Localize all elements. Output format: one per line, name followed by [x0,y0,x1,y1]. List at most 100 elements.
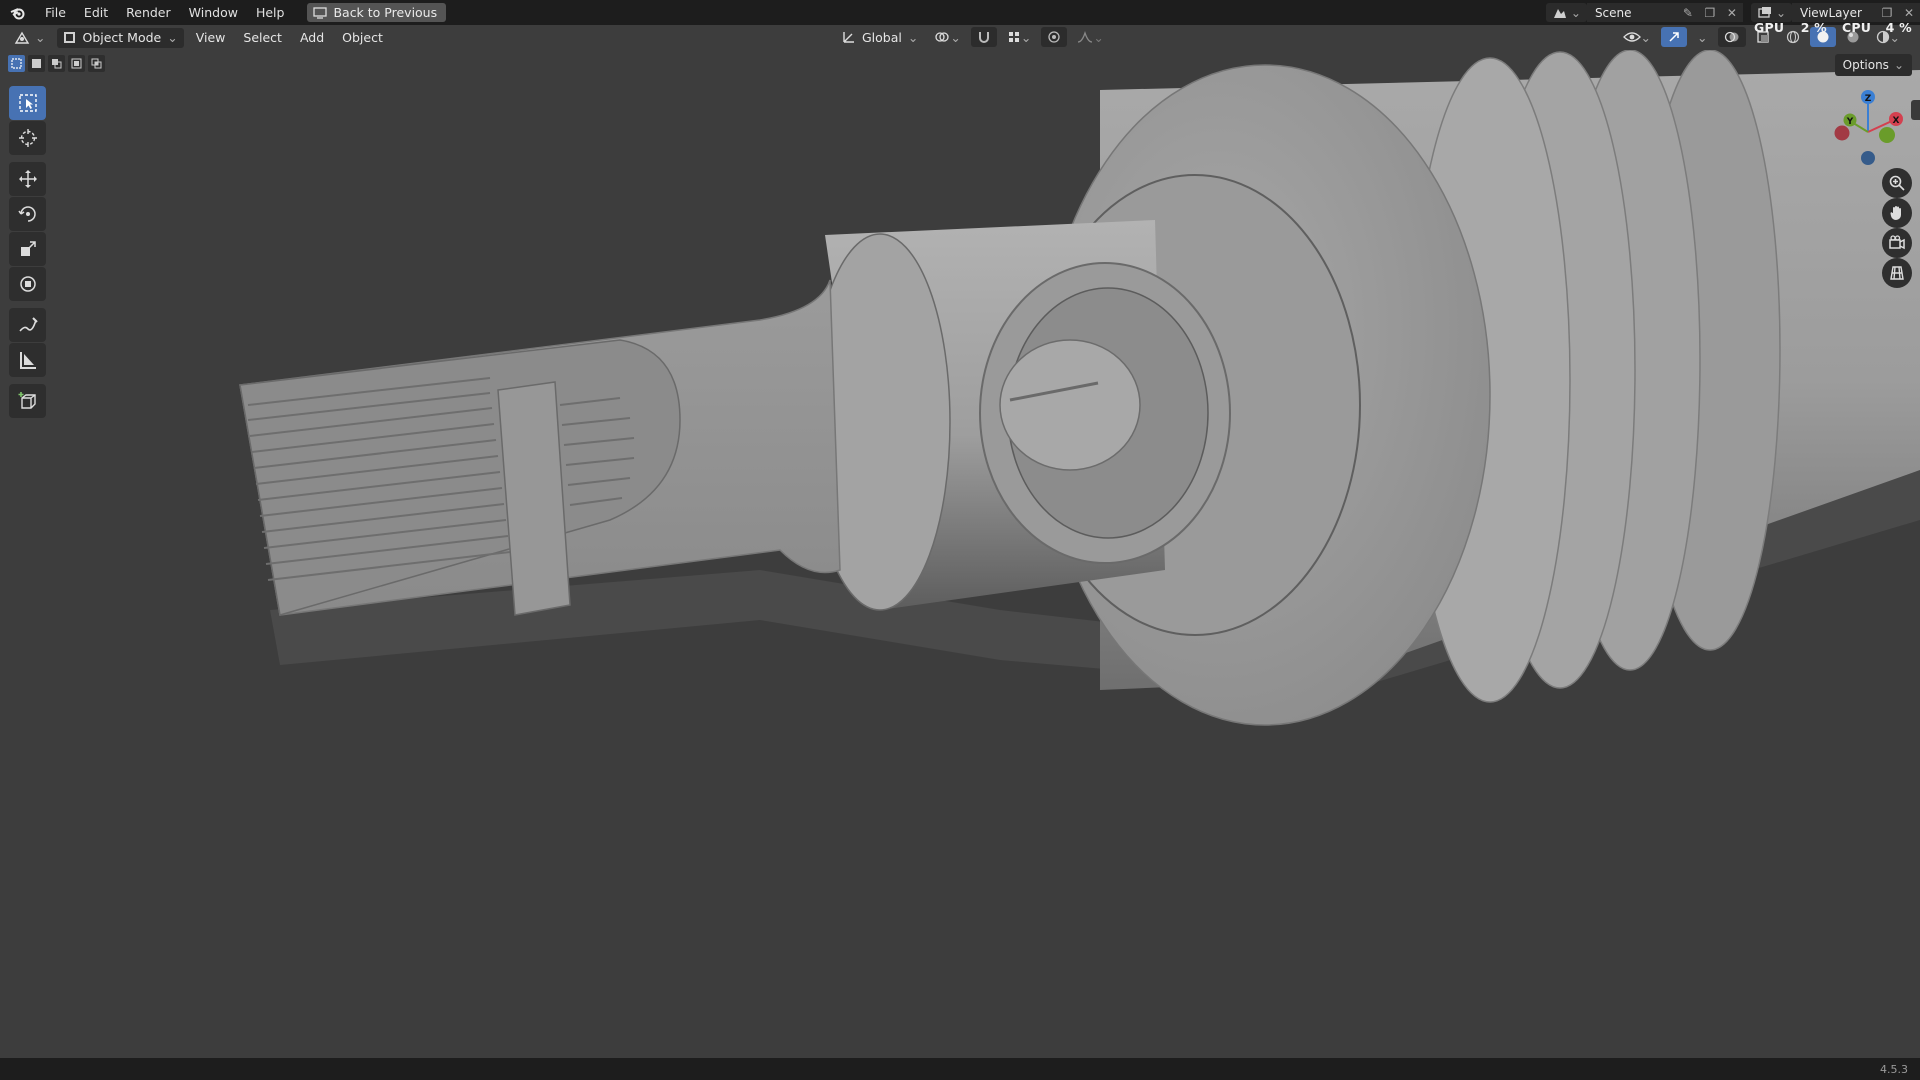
mode-selector[interactable]: Object Mode ⌄ [57,27,184,48]
header-menu-select[interactable]: Select [237,28,288,48]
delete-scene-icon[interactable]: ✕ [1720,3,1743,22]
axis-neg-x-handle[interactable] [1834,125,1850,141]
proportional-icon [1048,31,1060,43]
magnet-icon [978,32,989,43]
menu-help[interactable]: Help [247,0,294,25]
pin-icon[interactable]: ✎ [1676,3,1699,22]
chevron-down-icon: ⌄ [35,30,46,45]
select-new-button[interactable] [8,55,25,72]
axis-x-label: X [1893,116,1900,126]
gizmo-options-button[interactable]: ⌄ [1691,27,1713,47]
grid-icon [1890,266,1904,280]
ruler-icon [19,352,36,369]
transform-controls: Global ⌄ ⌄ ⌄ ⌄ [836,27,1110,47]
menu-file[interactable]: File [36,0,75,25]
back-to-previous-button[interactable]: Back to Previous [307,3,447,22]
orientation-icon [843,32,854,43]
menu-render[interactable]: Render [117,0,180,25]
chevron-down-icon: ⌄ [167,30,178,45]
scene-name-field[interactable]: Scene [1586,3,1677,22]
header-menu-object[interactable]: Object [336,28,389,48]
gizmo-icon [1669,32,1679,42]
header-menu-add[interactable]: Add [294,28,330,48]
tool-cursor[interactable] [9,121,46,155]
selection-mode-group [8,55,105,72]
cpu-readout: CPU 4 % [1842,20,1912,35]
hand-icon [1890,206,1901,221]
select-extend-button[interactable] [28,55,45,72]
pivot-icon [935,32,950,42]
snap-target-button[interactable]: ⌄ [1001,27,1037,47]
gpu-label: GPU [1754,20,1785,35]
camera-view-button[interactable] [1882,228,1912,258]
select-new-icon [11,58,22,69]
orientation-selector[interactable]: Global ⌄ [836,27,924,47]
perspective-toggle-button[interactable] [1882,258,1912,288]
select-box-icon [18,94,37,112]
axis-neg-y-handle[interactable] [1879,127,1895,143]
new-scene-icon[interactable]: ❐ [1698,3,1721,22]
eye-icon [1622,32,1641,42]
falloff-icon [1078,30,1093,43]
options-dropdown[interactable]: Options ⌄ [1834,54,1912,76]
snap-grid-icon [1008,32,1019,42]
header-menu-view[interactable]: View [190,28,232,48]
cpu-value: 4 % [1885,20,1912,35]
gpu-readout: GPU 2 % [1754,20,1827,35]
gizmo-toggle[interactable] [1661,27,1688,47]
cpu-label: CPU [1842,20,1872,35]
tool-annotate[interactable] [9,308,46,342]
cursor-icon [18,129,37,147]
select-invert-icon [71,58,82,69]
gpu-value: 2 % [1800,20,1827,35]
axis-y-label: Y [1846,117,1854,127]
visibility-button[interactable]: ⌄ [1617,27,1657,47]
tool-scale[interactable] [9,232,46,266]
3d-view-icon [14,31,30,44]
tool-transform[interactable] [9,267,46,301]
overlays-toggle[interactable] [1717,27,1746,47]
back-to-previous-label: Back to Previous [333,5,438,20]
tool-add-cube[interactable] [9,384,46,418]
scene-browse-button[interactable]: ⌄ [1545,3,1587,22]
object-mode-icon [64,32,76,43]
tool-measure[interactable] [9,343,46,377]
zoom-icon [1889,175,1905,191]
select-intersect-button[interactable] [88,55,105,72]
chevron-down-icon: ⌄ [950,29,961,45]
zoom-button[interactable] [1882,168,1912,198]
pivot-point-button[interactable]: ⌄ [928,27,966,47]
editor-type-button[interactable]: ⌄ [8,28,51,48]
brush-nozzle [239,279,841,616]
falloff-button[interactable]: ⌄ [1071,27,1109,47]
orientation-label: Global [862,29,902,45]
move-icon [18,170,37,188]
status-bar: 4.5.3 [0,1058,1920,1080]
pan-button[interactable] [1882,198,1912,228]
blender-logo-icon[interactable] [0,0,36,25]
tool-rotate[interactable] [9,197,46,231]
tool-select-box[interactable] [9,86,46,120]
proportional-edit-toggle[interactable] [1041,27,1068,47]
options-label: Options [1842,58,1889,72]
axis-neg-z-handle[interactable] [1861,151,1875,165]
select-subtract-button[interactable] [48,55,65,72]
chevron-down-icon: ⌄ [907,29,919,45]
select-subtract-icon [52,59,62,69]
annotate-icon [18,317,38,332]
menu-edit[interactable]: Edit [75,0,117,25]
transform-icon [19,276,36,292]
navigation-gizmo[interactable]: Z X Y [1820,88,1916,178]
select-invert-button[interactable] [68,55,85,72]
tool-move[interactable] [9,162,46,196]
chevron-down-icon: ⌄ [1893,58,1904,72]
layer-icon [1758,6,1771,18]
snap-toggle[interactable] [970,27,997,47]
version-label: 4.5.3 [1880,1062,1908,1076]
menu-window[interactable]: Window [180,0,247,25]
scale-icon [20,241,36,256]
3d-viewport[interactable] [0,50,1920,1058]
add-cube-icon [18,392,36,409]
viewport-header: ⌄ Object Mode ⌄ View Select Add Object G… [0,25,1920,50]
sidebar-toggle-tab[interactable] [1911,100,1920,120]
